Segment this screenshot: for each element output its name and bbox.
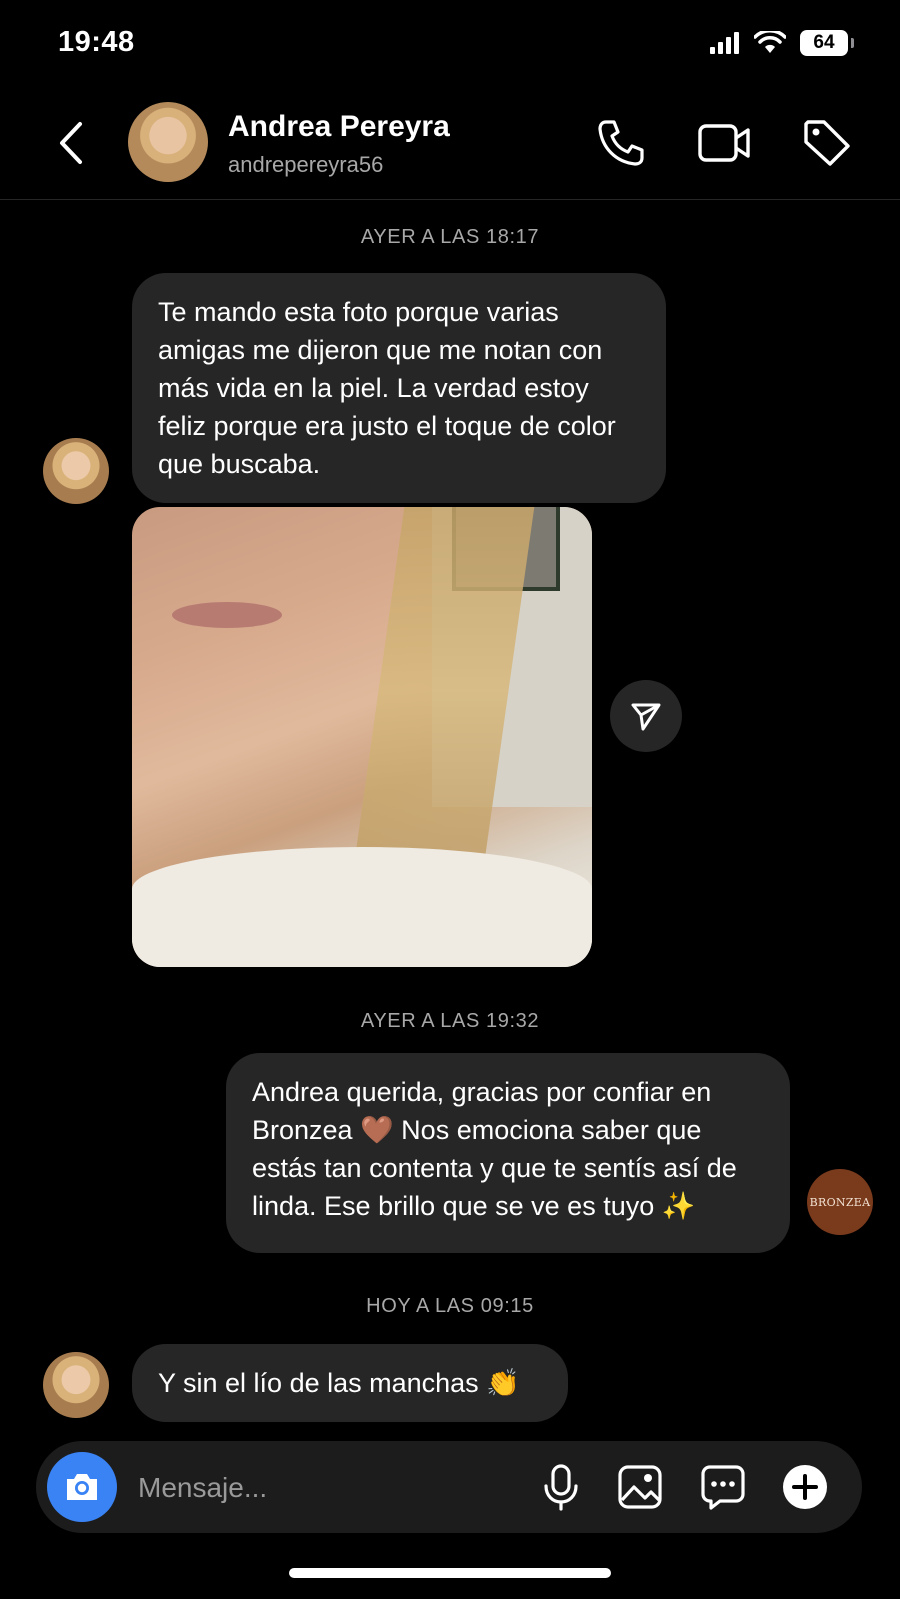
home-indicator[interactable] [289, 1568, 611, 1578]
chevron-left-icon [60, 122, 82, 164]
bronzea-avatar[interactable]: BRONZEA [807, 1169, 873, 1235]
paper-plane-icon [631, 703, 661, 731]
contact-name[interactable]: Andrea Pereyra [228, 110, 450, 144]
add-button[interactable] [780, 1462, 830, 1512]
image-icon [618, 1465, 662, 1509]
status-icons: 64 [710, 30, 854, 56]
share-button[interactable] [610, 680, 682, 752]
microphone-icon [544, 1464, 578, 1511]
timestamp: AYER A LAS 19:32 [360, 1010, 540, 1032]
camera-button[interactable] [47, 1452, 117, 1522]
received-message[interactable]: Y sin el lío de las manchas 👏 [132, 1344, 568, 1422]
video-camera-icon [698, 124, 750, 162]
tag-button[interactable] [800, 116, 854, 170]
timestamp: HOY A LAS 09:15 [366, 1295, 534, 1317]
photo-shirt [132, 847, 592, 967]
shared-photo[interactable] [132, 507, 592, 967]
wifi-icon [754, 31, 786, 53]
message-input[interactable] [136, 1467, 520, 1509]
video-call-button[interactable] [696, 116, 754, 170]
sent-message[interactable]: Andrea querida, gracias por confiar en B… [226, 1053, 790, 1253]
camera-icon [67, 1474, 97, 1500]
contact-avatar[interactable] [128, 102, 208, 182]
plus-circle-icon [783, 1465, 827, 1509]
chat-bubble-icon [701, 1465, 745, 1510]
header-divider [0, 199, 900, 200]
phone-icon [598, 120, 644, 166]
sender-avatar[interactable] [43, 1352, 109, 1418]
call-button[interactable] [594, 116, 648, 170]
tag-icon [804, 120, 850, 166]
received-message[interactable]: Te mando esta foto porque varias amigas … [132, 273, 666, 503]
contact-handle[interactable]: andrepereyra56 [228, 152, 383, 178]
status-time: 19:48 [58, 26, 135, 58]
battery-indicator: 64 [800, 30, 854, 56]
timestamp: AYER A LAS 18:17 [360, 226, 540, 248]
back-button[interactable] [52, 118, 92, 168]
sender-avatar[interactable] [43, 438, 109, 504]
voice-message-button[interactable] [536, 1462, 586, 1512]
signal-icon [710, 32, 739, 54]
photo-lips [172, 602, 282, 628]
gallery-button[interactable] [615, 1462, 665, 1512]
sticker-button[interactable] [698, 1462, 748, 1512]
